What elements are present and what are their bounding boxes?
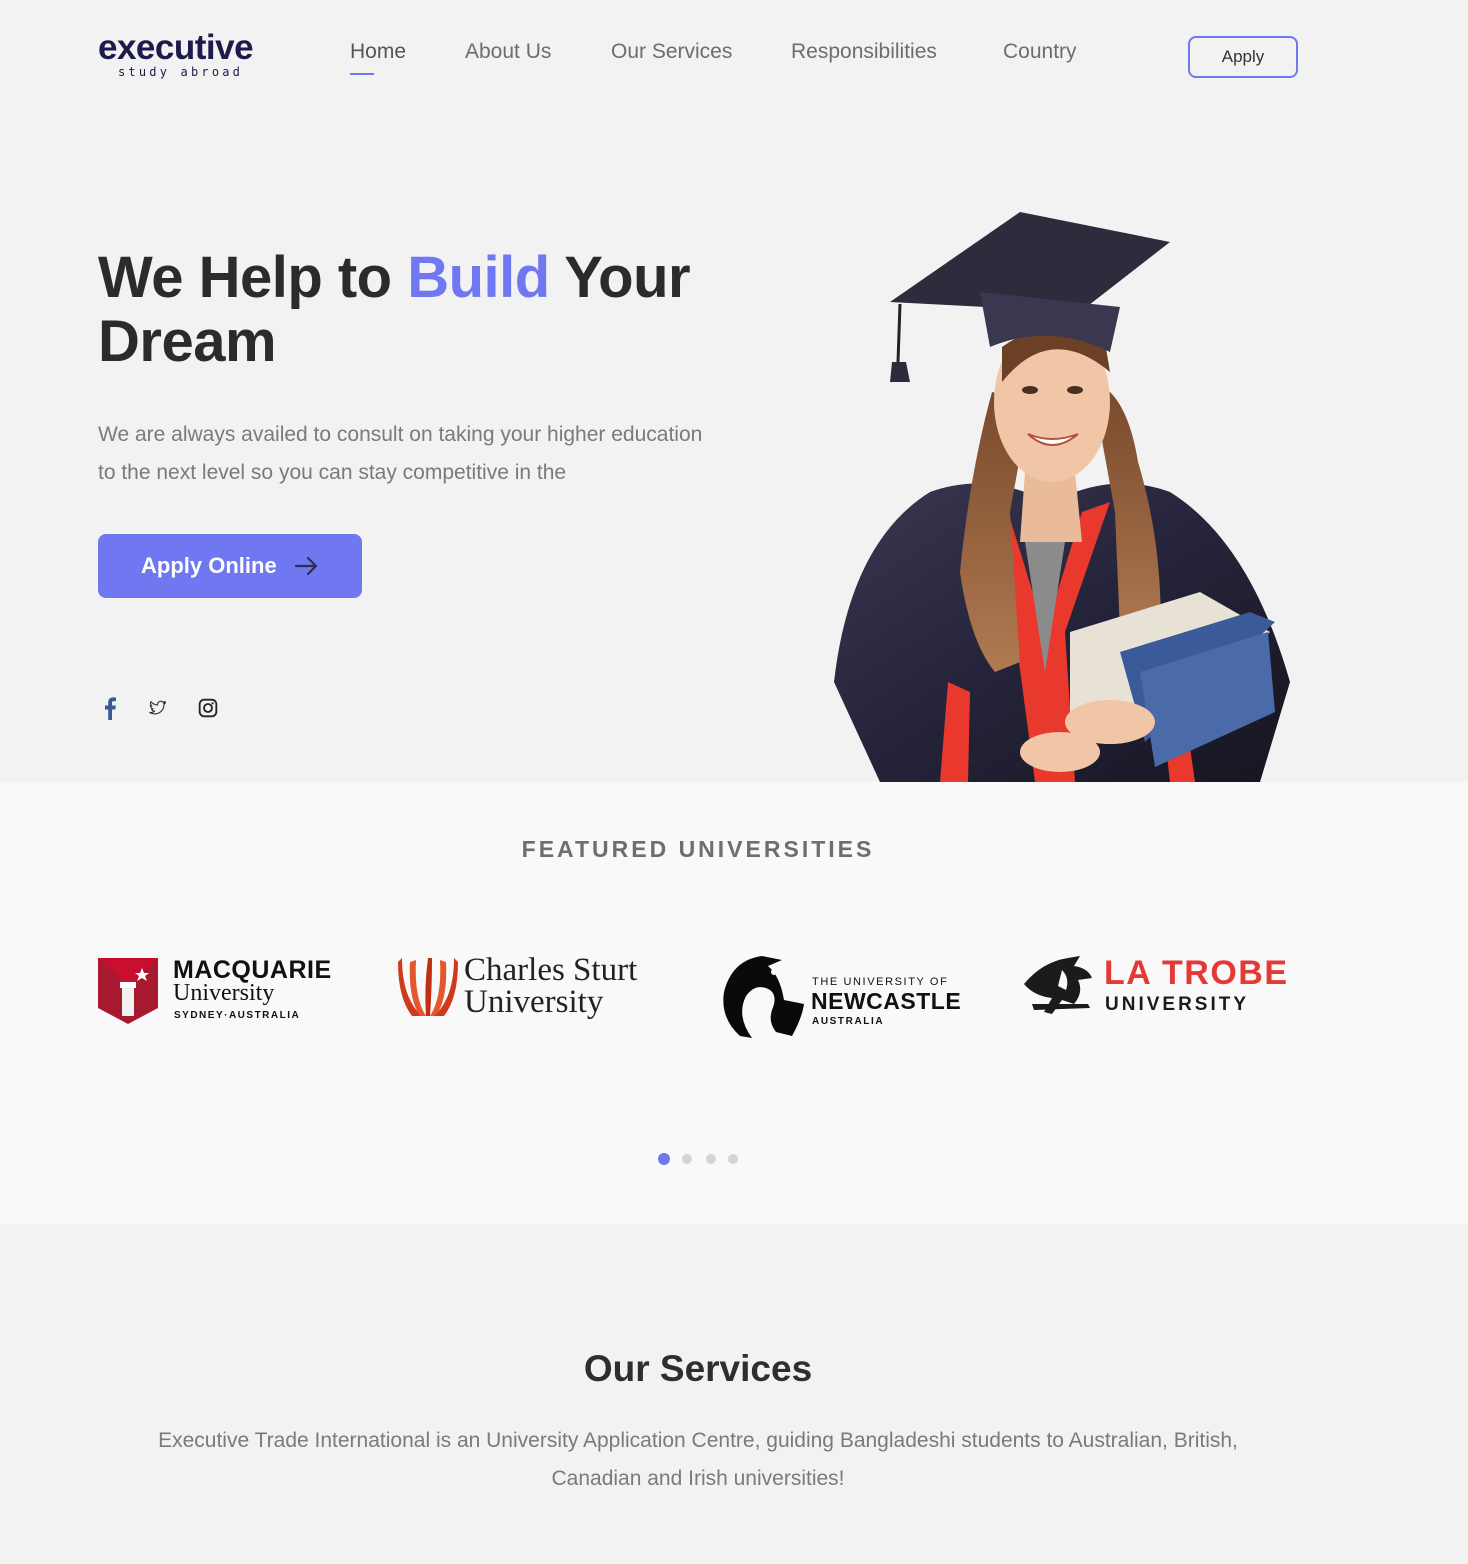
top-navbar: executive study abroad Home About Us Our… bbox=[0, 0, 1468, 112]
arrow-right-icon bbox=[294, 556, 318, 576]
brand-logo[interactable]: executive study abroad bbox=[98, 28, 254, 80]
apply-online-button[interactable]: Apply Online bbox=[98, 534, 362, 598]
brand-tagline: study abroad bbox=[118, 65, 244, 79]
hero-title-accent: Build bbox=[407, 245, 550, 310]
services-description: Executive Trade International is an Univ… bbox=[158, 1429, 1238, 1490]
carousel-dot-1[interactable] bbox=[658, 1153, 670, 1165]
newcastle-seahorse-icon bbox=[723, 956, 804, 1038]
macquarie-location: SYDNEY·AUSTRALIA bbox=[174, 1010, 301, 1021]
university-logo-newcastle[interactable]: THE UNIVERSITY OF NEWCASTLE AUSTRALIA bbox=[722, 952, 961, 1042]
la-trobe-subtitle: UNIVERSITY bbox=[1105, 994, 1250, 1015]
university-logo-macquarie[interactable]: MACQUARIE University SYDNEY·AUSTRALIA bbox=[98, 952, 331, 1042]
nav-home[interactable]: Home bbox=[350, 40, 406, 75]
charles-sturt-subtitle: University bbox=[464, 984, 604, 1020]
graduate-student-image bbox=[834, 212, 1290, 782]
macquarie-crest-icon bbox=[98, 958, 158, 1024]
instagram-icon[interactable] bbox=[196, 696, 220, 720]
la-trobe-eagle-icon bbox=[1024, 956, 1092, 1014]
newcastle-prefix: THE UNIVERSITY OF bbox=[812, 976, 949, 988]
nav-country[interactable]: Country bbox=[1003, 40, 1077, 64]
nav-our-services[interactable]: Our Services bbox=[611, 40, 732, 64]
nav-responsibilities[interactable]: Responsibilities bbox=[791, 40, 937, 64]
services-section: Our Services Executive Trade Internation… bbox=[0, 1224, 1468, 1564]
hero-description: We are always availed to consult on taki… bbox=[98, 423, 703, 484]
hero-section: We Help to Build Your Dream We are alway… bbox=[0, 112, 1468, 782]
newcastle-country: AUSTRALIA bbox=[812, 1016, 885, 1027]
carousel-dot-3[interactable] bbox=[706, 1154, 716, 1164]
university-logo-la-trobe[interactable]: LA TROBE UNIVERSITY bbox=[1022, 952, 1302, 1042]
la-trobe-name: LA TROBE bbox=[1104, 954, 1289, 992]
university-logo-charles-sturt[interactable]: Charles Sturt University bbox=[398, 952, 658, 1042]
nav-about-us[interactable]: About Us bbox=[465, 40, 551, 64]
apply-online-label: Apply Online bbox=[141, 553, 277, 578]
facebook-icon[interactable] bbox=[98, 696, 122, 720]
featured-universities-section: FEATURED UNIVERSITIES MACQUARIE Universi… bbox=[0, 782, 1468, 1224]
brand-name: executive bbox=[98, 28, 254, 67]
hero-title-part1: We Help to bbox=[98, 245, 408, 310]
hero-title: We Help to Build Your Dream bbox=[98, 246, 718, 374]
apply-button[interactable]: Apply bbox=[1188, 36, 1298, 78]
newcastle-name: NEWCASTLE bbox=[811, 988, 962, 1014]
carousel-dot-2[interactable] bbox=[682, 1154, 692, 1164]
charles-sturt-emblem-icon bbox=[398, 958, 458, 1016]
services-title: Our Services bbox=[583, 1348, 813, 1389]
macquarie-subtitle: University bbox=[173, 980, 275, 1006]
twitter-icon[interactable] bbox=[146, 696, 170, 720]
carousel-dot-4[interactable] bbox=[728, 1154, 738, 1164]
featured-title: FEATURED UNIVERSITIES bbox=[521, 836, 875, 862]
